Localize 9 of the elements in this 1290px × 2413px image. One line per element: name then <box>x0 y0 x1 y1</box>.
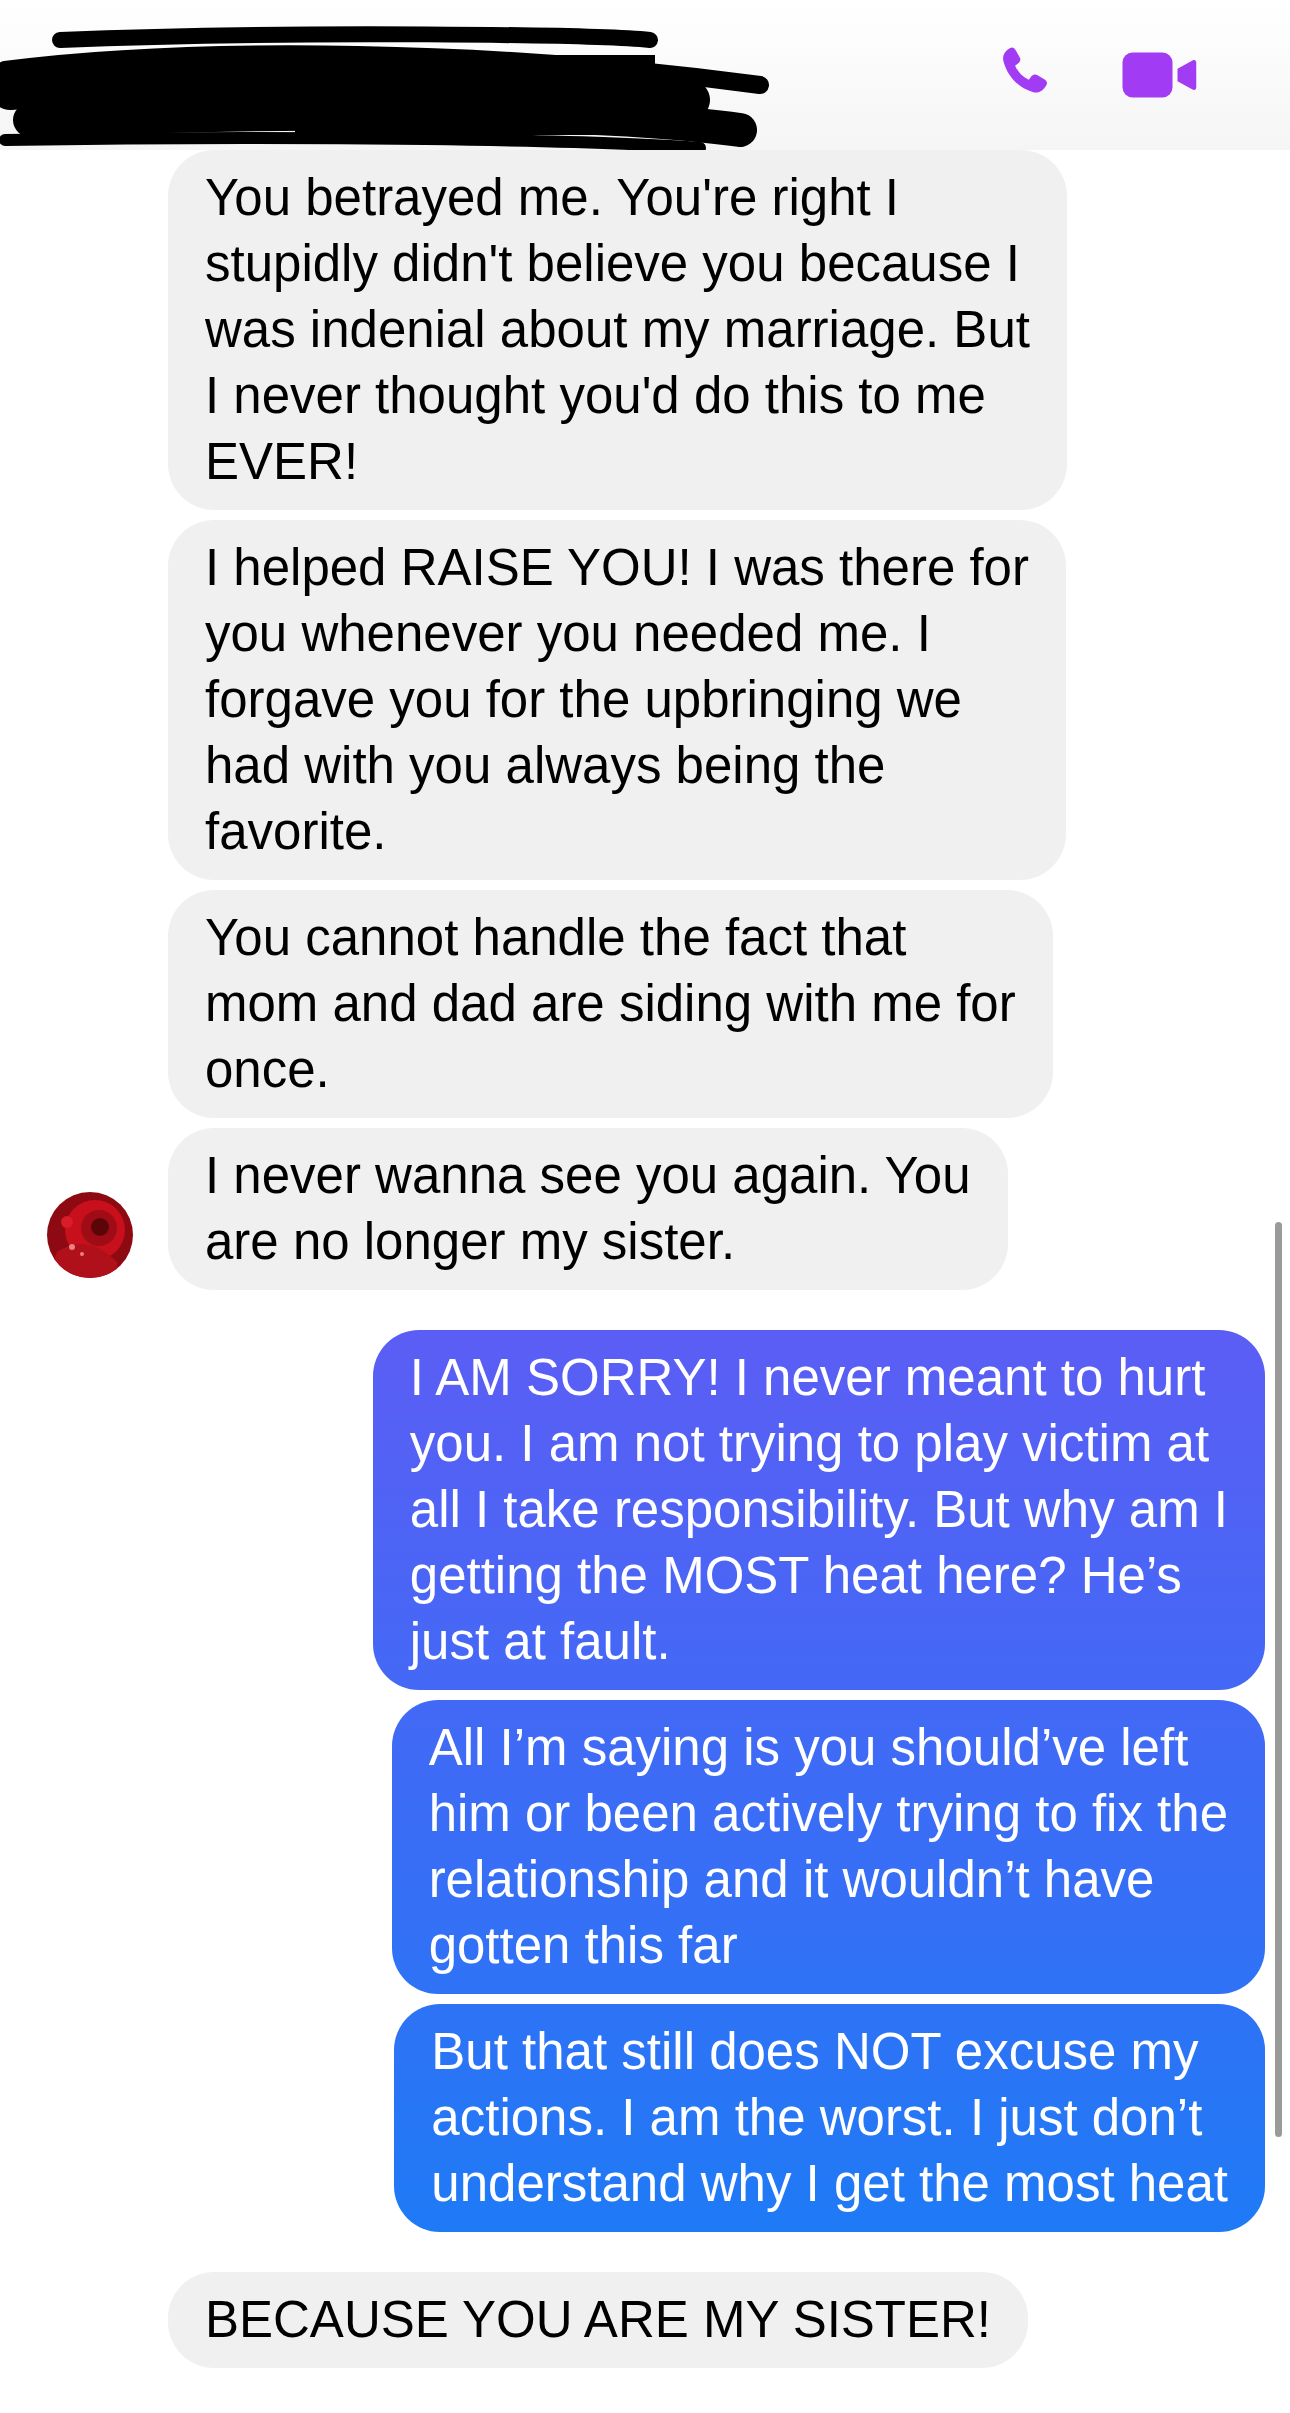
message-bubble: All I’m saying is you should’ve left him or been actively trying to fix the relationship and it wouldn’t have gotten this far <box>391 1700 1265 1994</box>
message-bubble: I AM SORRY! I never meant to hurt you. I am not trying to play victim at all I take responsibility. But why am I getting the MOST heat here? He’s just at fault. <box>372 1330 1265 1690</box>
message-bubble: I never wanna see you again. You are no longer my sister. <box>168 1128 1008 1290</box>
message-bubble: But that still does NOT excuse my actions. I am the worst. I just don’t understand why I get the most heat <box>394 2004 1265 2232</box>
message-bubble: I helped RAISE YOU! I was there for you whenever you needed me. I forgave you for the upbringing we had with you always being the favorite. <box>168 520 1066 880</box>
message-bubble: BECAUSE YOU ARE MY SISTER! <box>168 2272 1029 2368</box>
message-bubble: You betrayed me. You're right I stupidly didn't believe you because I was indenial about my marriage. But I never thought you'd do this to me EVER! <box>168 150 1067 510</box>
scroll-bar[interactable] <box>1275 1222 1282 2137</box>
message-bubble: You cannot handle the fact that mom and dad are siding with me for once. <box>168 890 1053 1118</box>
